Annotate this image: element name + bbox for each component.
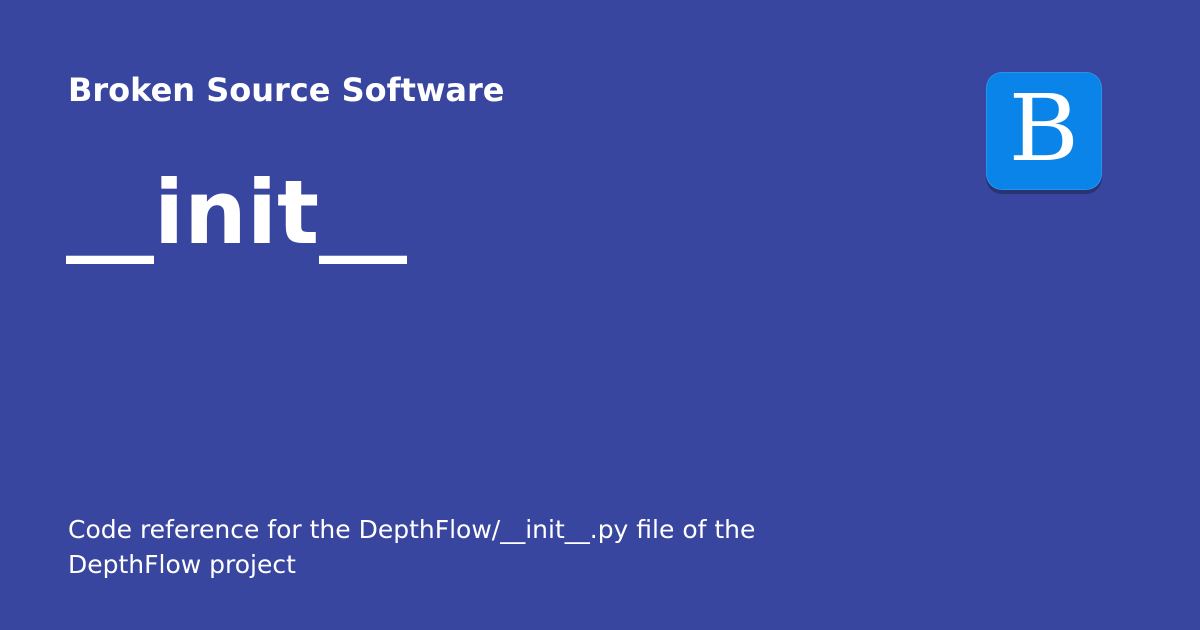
blue-b-logo-icon: B [986,72,1102,190]
social-card: Broken Source Software __init__ B Code r… [0,0,1200,630]
page-description: Code reference for the DepthFlow/__init_… [68,515,756,579]
site-name: Broken Source Software [68,71,505,109]
page-title: __init__ [66,161,408,264]
logo-letter: B [1008,75,1080,182]
